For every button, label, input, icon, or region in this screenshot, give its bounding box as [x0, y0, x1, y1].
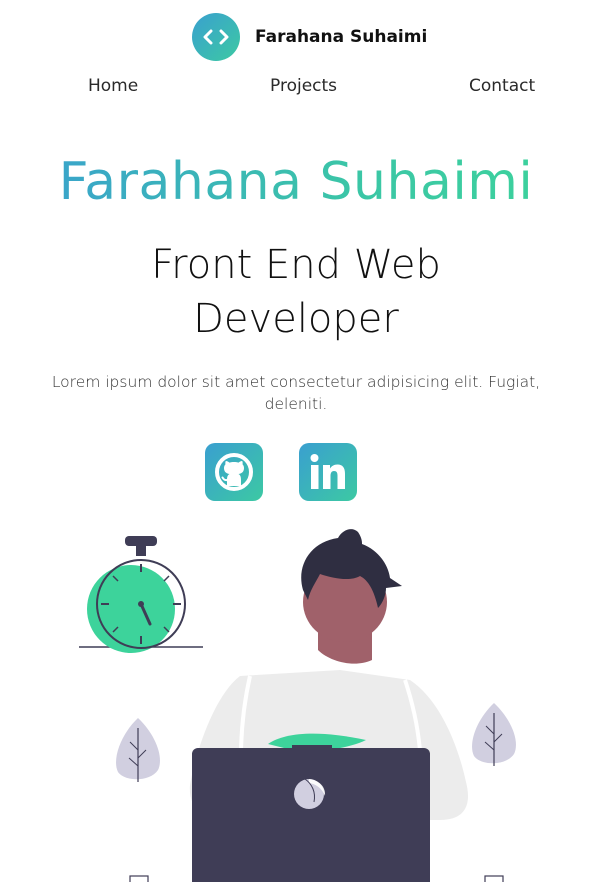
nav-link-projects[interactable]: Projects	[270, 76, 337, 96]
nav-link-contact[interactable]: Contact	[469, 76, 535, 96]
github-link[interactable]	[205, 443, 263, 501]
plant-right-icon	[472, 703, 516, 766]
brand-name: Farahana Suhaimi	[255, 27, 428, 47]
portfolio-page: Farahana Suhaimi Home Projects Contact F…	[0, 0, 592, 882]
stopwatch-icon	[79, 536, 203, 653]
hero-name: Farahana Suhaimi	[0, 152, 592, 212]
linkedin-link[interactable]	[299, 443, 357, 501]
nav-link-home[interactable]: Home	[88, 76, 138, 96]
brand[interactable]: Farahana Suhaimi	[192, 13, 427, 61]
hero-description: Lorem ipsum dolor sit amet consectetur a…	[51, 373, 541, 413]
code-brackets-icon	[192, 13, 240, 61]
plant-left-icon	[116, 718, 160, 782]
hero-role: Front End Web Developer	[151, 242, 441, 342]
github-icon	[215, 453, 253, 491]
main-nav: Home Projects Contact	[0, 76, 592, 100]
developer-illustration	[79, 529, 516, 882]
linkedin-icon	[310, 454, 345, 489]
laptop-icon	[192, 745, 430, 882]
